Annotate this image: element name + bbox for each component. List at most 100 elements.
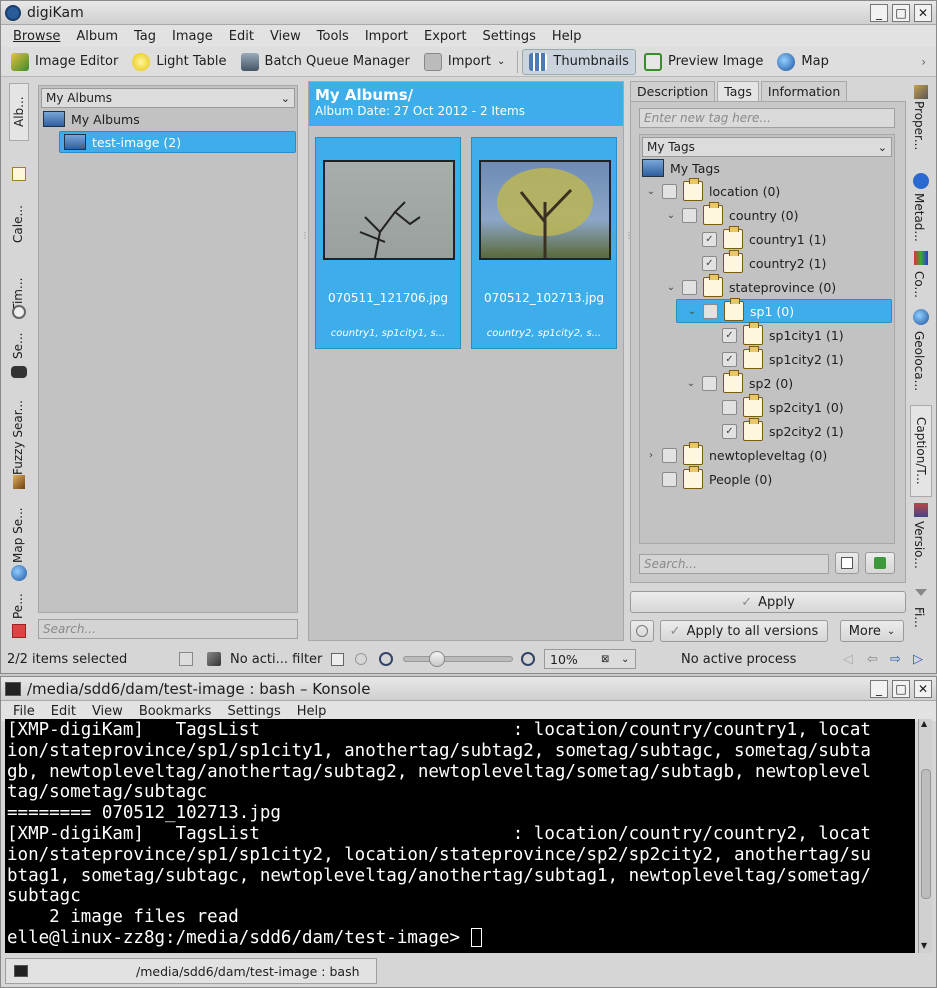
tag-tree-item[interactable]: ⌄ stateprovince (0) <box>664 274 836 299</box>
map-button[interactable]: Map <box>771 49 834 75</box>
albums-search-input[interactable]: Search... <box>38 619 298 639</box>
expand-arrow-icon[interactable]: ⌄ <box>664 210 678 221</box>
thumbnail-item[interactable]: 070511_121706.jpg country1, sp1city1, s.… <box>315 137 461 349</box>
tag-checkbox[interactable]: ✓ <box>722 423 737 439</box>
tag-checkbox[interactable] <box>702 375 717 391</box>
sidebar-tab-people[interactable]: Pe... <box>11 591 25 619</box>
tag-tree-item[interactable]: People (0) <box>644 466 772 491</box>
sidebar-tab-search[interactable]: Se... <box>11 329 25 359</box>
sidebar-tab-colors[interactable]: Co... <box>912 271 926 298</box>
tab-tags[interactable]: Tags <box>717 81 759 101</box>
scroll-up-icon[interactable]: ▲ <box>921 719 927 728</box>
albums-combo[interactable]: My Albums ⌄ <box>41 88 295 108</box>
sidebar-tab-albums[interactable]: Alb... <box>9 83 29 141</box>
menu-import[interactable]: Import <box>365 29 408 44</box>
sidebar-tab-geolocation[interactable]: Geoloca... <box>912 331 926 391</box>
menu-help[interactable]: Help <box>297 704 327 719</box>
tab-information[interactable]: Information <box>760 81 848 101</box>
menu-browse[interactable]: Browse <box>13 29 60 44</box>
image-editor-button[interactable]: Image Editor <box>5 49 124 75</box>
previous-icon[interactable]: ⇦ <box>867 652 878 667</box>
tag-checkbox[interactable]: ✓ <box>722 327 737 343</box>
konsole-tab[interactable]: /media/sdd6/dam/test-image : bash <box>5 958 377 984</box>
tag-checkbox[interactable]: ✓ <box>702 231 717 247</box>
tag-filter-button[interactable] <box>835 552 859 574</box>
filter-icon[interactable] <box>179 652 193 666</box>
tab-description[interactable]: Description <box>630 81 716 101</box>
tag-checkbox[interactable]: ✓ <box>702 255 717 271</box>
scroll-down-icon[interactable]: ▼ <box>921 941 927 950</box>
menu-export[interactable]: Export <box>424 29 467 44</box>
more-button[interactable]: More ⌄ <box>840 620 904 642</box>
close-button[interactable]: ✕ <box>914 679 932 698</box>
tags-combo[interactable]: My Tags ⌄ <box>642 137 892 157</box>
sidebar-tab-map-search[interactable]: Map Se... <box>11 501 25 563</box>
tag-tree-item[interactable]: ✓ sp1city2 (1) <box>704 346 844 371</box>
next-icon[interactable]: ⇨ <box>890 652 901 667</box>
minimize-button[interactable]: _ <box>870 3 888 22</box>
expand-arrow-icon[interactable]: ⌄ <box>664 282 678 293</box>
menu-edit[interactable]: Edit <box>229 29 254 44</box>
new-tag-input[interactable]: Enter new tag here... <box>639 108 895 128</box>
sidebar-tab-versions[interactable]: Versio... <box>912 521 926 573</box>
apply-all-versions-button[interactable]: ✓ Apply to all versions <box>660 620 828 642</box>
tag-tree-item[interactable]: ✓ country2 (1) <box>684 250 826 275</box>
tag-checkbox[interactable] <box>662 183 677 199</box>
tag-tree-item[interactable]: › newtopleveltag (0) <box>644 442 827 467</box>
close-button[interactable]: ✕ <box>914 3 932 22</box>
sidebar-tab-properties[interactable]: Proper... <box>912 101 926 161</box>
expand-arrow-icon[interactable]: ⌄ <box>684 378 698 389</box>
menu-album[interactable]: Album <box>76 29 118 44</box>
tag-checkbox[interactable] <box>722 399 737 415</box>
tag-tree-item[interactable]: ✓ country1 (1) <box>684 226 826 251</box>
terminal-output[interactable]: [XMP-digiKam] TagsList : location/countr… <box>5 719 915 953</box>
apply-button[interactable]: ✓ Apply <box>630 591 906 613</box>
thumbnail-item[interactable]: 070512_102713.jpg country2, sp1city2, s.… <box>471 137 617 349</box>
album-item-test-image[interactable]: test-image (2) <box>59 131 296 153</box>
tags-search-input[interactable]: Search... <box>639 554 829 574</box>
tag-tree-item[interactable]: ✓ sp2city2 (1) <box>704 418 844 443</box>
scrollbar-thumb[interactable] <box>921 769 931 899</box>
menu-bookmarks[interactable]: Bookmarks <box>139 704 212 719</box>
tag-tree-item[interactable]: ⌄ sp2 (0) <box>684 370 793 395</box>
album-tree-root[interactable]: My Albums <box>43 108 140 130</box>
sidebar-tab-metadata[interactable]: Metad... <box>912 193 926 251</box>
konsole-titlebar[interactable]: /media/sdd6/dam/test-image : bash – Kons… <box>1 677 936 701</box>
terminal-scrollbar[interactable]: ▲ ▼ <box>918 719 932 953</box>
menu-edit[interactable]: Edit <box>51 704 76 719</box>
menu-file[interactable]: File <box>13 704 35 719</box>
add-tag-button[interactable] <box>865 552 895 574</box>
expand-arrow-icon[interactable]: › <box>644 450 658 461</box>
sidebar-tab-filters[interactable]: Fi... <box>912 607 926 633</box>
tag-checkbox[interactable] <box>662 447 677 463</box>
minimize-button[interactable]: _ <box>870 679 888 698</box>
menu-settings[interactable]: Settings <box>227 704 280 719</box>
zoom-slider[interactable] <box>403 651 513 667</box>
tag-checkbox[interactable] <box>703 303 718 319</box>
tag-checkbox[interactable]: ✓ <box>722 351 737 367</box>
tag-tree-item[interactable]: ⌄ sp1 (0) <box>676 298 892 323</box>
zoom-combo[interactable]: 10% ⊠ ⌄ <box>544 649 636 669</box>
maximize-button[interactable]: □ <box>892 679 910 698</box>
forward-icon[interactable]: ▷ <box>913 652 923 667</box>
clear-icon[interactable]: ⊠ <box>601 654 609 665</box>
menu-view[interactable]: View <box>92 704 123 719</box>
reset-zoom-icon[interactable] <box>355 653 367 665</box>
tag-checkbox[interactable] <box>662 471 677 487</box>
menu-help[interactable]: Help <box>552 29 582 44</box>
menu-settings[interactable]: Settings <box>483 29 536 44</box>
light-table-button[interactable]: Light Table <box>126 49 232 75</box>
import-button[interactable]: Import ⌄ <box>418 49 512 75</box>
menu-tools[interactable]: Tools <box>317 29 349 44</box>
tag-tree-item[interactable]: ⌄ country (0) <box>664 202 798 227</box>
revert-button[interactable] <box>630 620 654 642</box>
menu-view[interactable]: View <box>270 29 301 44</box>
digikam-titlebar[interactable]: digiKam _ □ ✕ <box>1 1 936 25</box>
tag-checkbox[interactable] <box>682 279 697 295</box>
tag-tree-item[interactable]: ⌄ location (0) <box>644 178 780 203</box>
tag-tree-item[interactable]: sp2city1 (0) <box>704 394 844 419</box>
back-icon[interactable]: ◁ <box>843 652 853 667</box>
calendar-icon[interactable] <box>331 652 344 666</box>
preview-image-button[interactable]: Preview Image <box>638 49 769 75</box>
menu-image[interactable]: Image <box>172 29 213 44</box>
